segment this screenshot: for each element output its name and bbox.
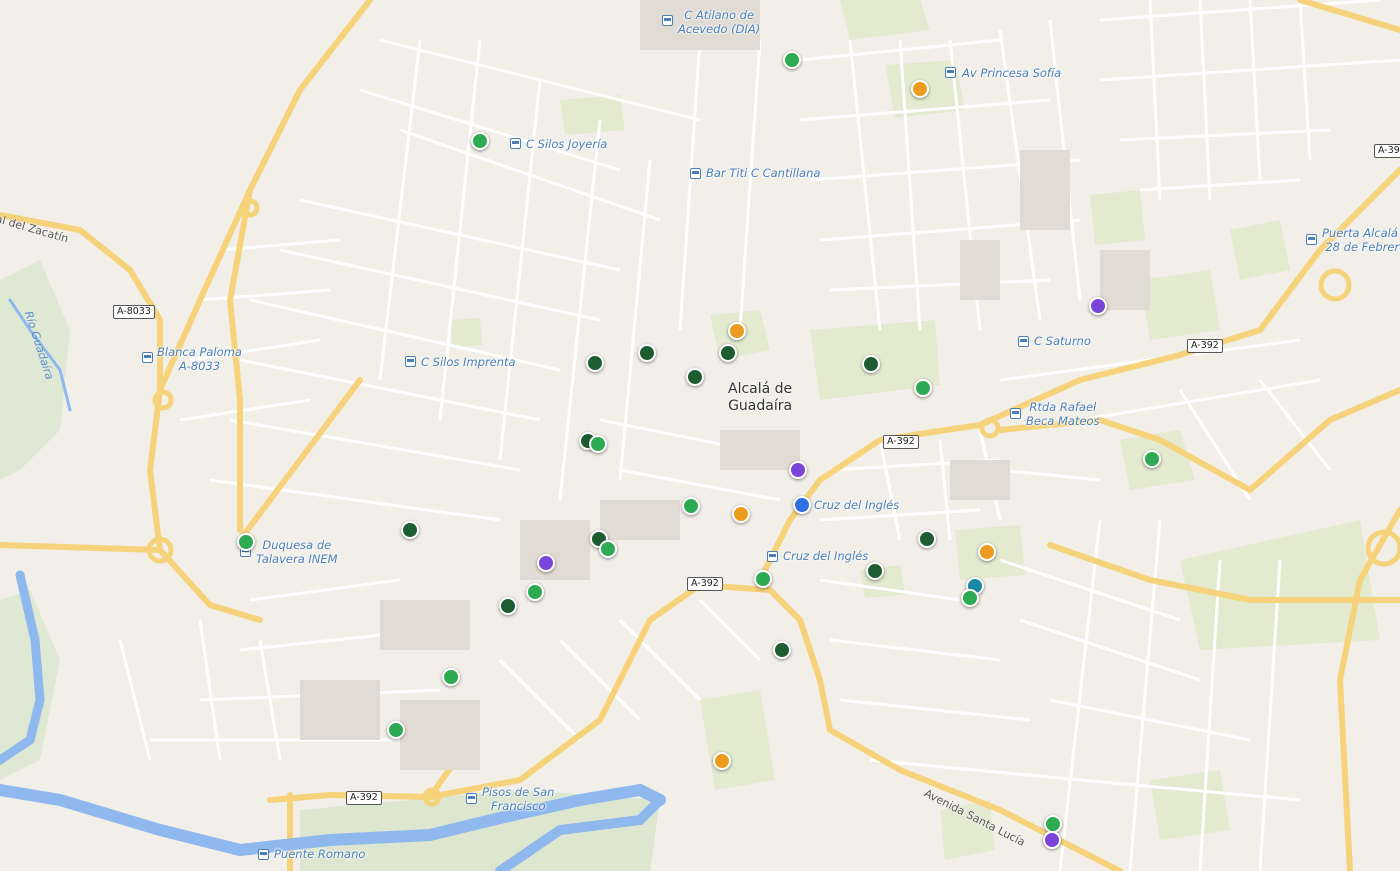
stop-label: Bar Titi C Cantillana [706, 166, 821, 180]
stop-label-line2: Francisco [490, 799, 546, 813]
map-marker-green[interactable] [442, 668, 460, 686]
map-marker-purple[interactable] [789, 461, 807, 479]
map-marker-orange[interactable] [978, 543, 996, 561]
stop-label-line2: Beca Mateos [1026, 414, 1100, 428]
map-marker-purple[interactable] [537, 554, 555, 572]
city-name-line1: Alcalá de [728, 381, 793, 397]
map-marker-green[interactable] [754, 570, 772, 588]
map-marker-green[interactable] [387, 721, 405, 739]
stop-label-line1: C Atilano de [684, 8, 755, 22]
shield-a392-south: A-392 [687, 577, 723, 591]
map-marker-green[interactable] [682, 497, 700, 515]
stop-label: Cruz del Inglés [814, 498, 900, 512]
map-marker-dark-green[interactable] [686, 368, 704, 386]
stop-label: C Silos Joyería [526, 137, 608, 151]
map-marker-blue[interactable] [793, 496, 811, 514]
stop-label: Cruz del Inglés [783, 549, 869, 563]
stop-label-line2: 28 de Febrero [1325, 240, 1400, 254]
map-marker-green[interactable] [471, 132, 489, 150]
bus-stop-icon [142, 352, 153, 363]
river-guadaira [0, 298, 666, 871]
shield-a392-edge: A-392 [1374, 144, 1400, 158]
stop-label: C Saturno [1034, 334, 1091, 348]
map-marker-dark-green[interactable] [401, 521, 419, 539]
stop-label: Av Princesa Sofía [962, 66, 1062, 80]
map-marker-green[interactable] [1143, 450, 1161, 468]
map-marker-purple[interactable] [1089, 297, 1107, 315]
map-marker-green[interactable] [599, 540, 617, 558]
map-marker-dark-green[interactable] [719, 344, 737, 362]
shield-a8033: A-8033 [113, 305, 155, 319]
bus-stop-icon [258, 849, 269, 860]
map-canvas[interactable]: C Atilano de Acevedo (DIA) Av Princesa S… [0, 0, 1400, 871]
map-marker-green[interactable] [961, 589, 979, 607]
bus-stop-icon [690, 168, 701, 179]
shield-a392-center: A-392 [883, 435, 919, 449]
map-marker-dark-green[interactable] [499, 597, 517, 615]
map-marker-green[interactable] [526, 583, 544, 601]
shield-a392-east: A-392 [1187, 339, 1223, 353]
map-marker-orange[interactable] [728, 322, 746, 340]
stop-label-line2: Talavera INEM [256, 552, 338, 566]
stop-label-line1: Duquesa de [262, 538, 332, 552]
stop-label: Puente Romano [274, 847, 366, 861]
map-marker-dark-green[interactable] [866, 562, 884, 580]
map-base-layer [0, 0, 1400, 871]
bus-stop-icon [510, 138, 521, 149]
map-marker-dark-green[interactable] [638, 344, 656, 362]
map-marker-orange[interactable] [713, 752, 731, 770]
map-marker-orange[interactable] [911, 80, 929, 98]
map-marker-dark-green[interactable] [773, 641, 791, 659]
city-name-label: Alcalá de Guadaíra [728, 381, 792, 415]
map-marker-orange[interactable] [732, 505, 750, 523]
stop-label: C Silos Imprenta [421, 355, 516, 369]
map-marker-dark-green[interactable] [586, 354, 604, 372]
stop-label-line1: Pisos de San [482, 785, 555, 799]
map-marker-dark-green[interactable] [862, 355, 880, 373]
map-marker-green[interactable] [914, 379, 932, 397]
bus-stop-icon [767, 551, 778, 562]
stop-label-line2: A-8033 [178, 359, 221, 373]
bus-stop-icon [1306, 234, 1317, 245]
bus-stop-icon [945, 67, 956, 78]
map-marker-green[interactable] [589, 435, 607, 453]
map-marker-green[interactable] [237, 533, 255, 551]
stop-label-line1: Blanca Paloma [157, 345, 242, 359]
city-name-line2: Guadaíra [728, 398, 793, 414]
stop-label-line1: Puerta Alcalá C [1322, 226, 1400, 240]
bus-stop-icon [1018, 336, 1029, 347]
map-marker-green[interactable] [783, 51, 801, 69]
stop-label-line2: Acevedo (DIA) [678, 22, 761, 36]
bus-stop-icon [662, 15, 673, 26]
bus-stop-icon [466, 793, 477, 804]
bus-stop-icon [405, 356, 416, 367]
map-marker-purple[interactable] [1043, 831, 1061, 849]
bus-stop-icon [1010, 408, 1021, 419]
dense-building-blocks [300, 0, 1150, 770]
map-marker-dark-green[interactable] [918, 530, 936, 548]
stop-label-line1: Rtda Rafael [1029, 400, 1097, 414]
shield-a392-bottom: A-392 [346, 791, 382, 805]
